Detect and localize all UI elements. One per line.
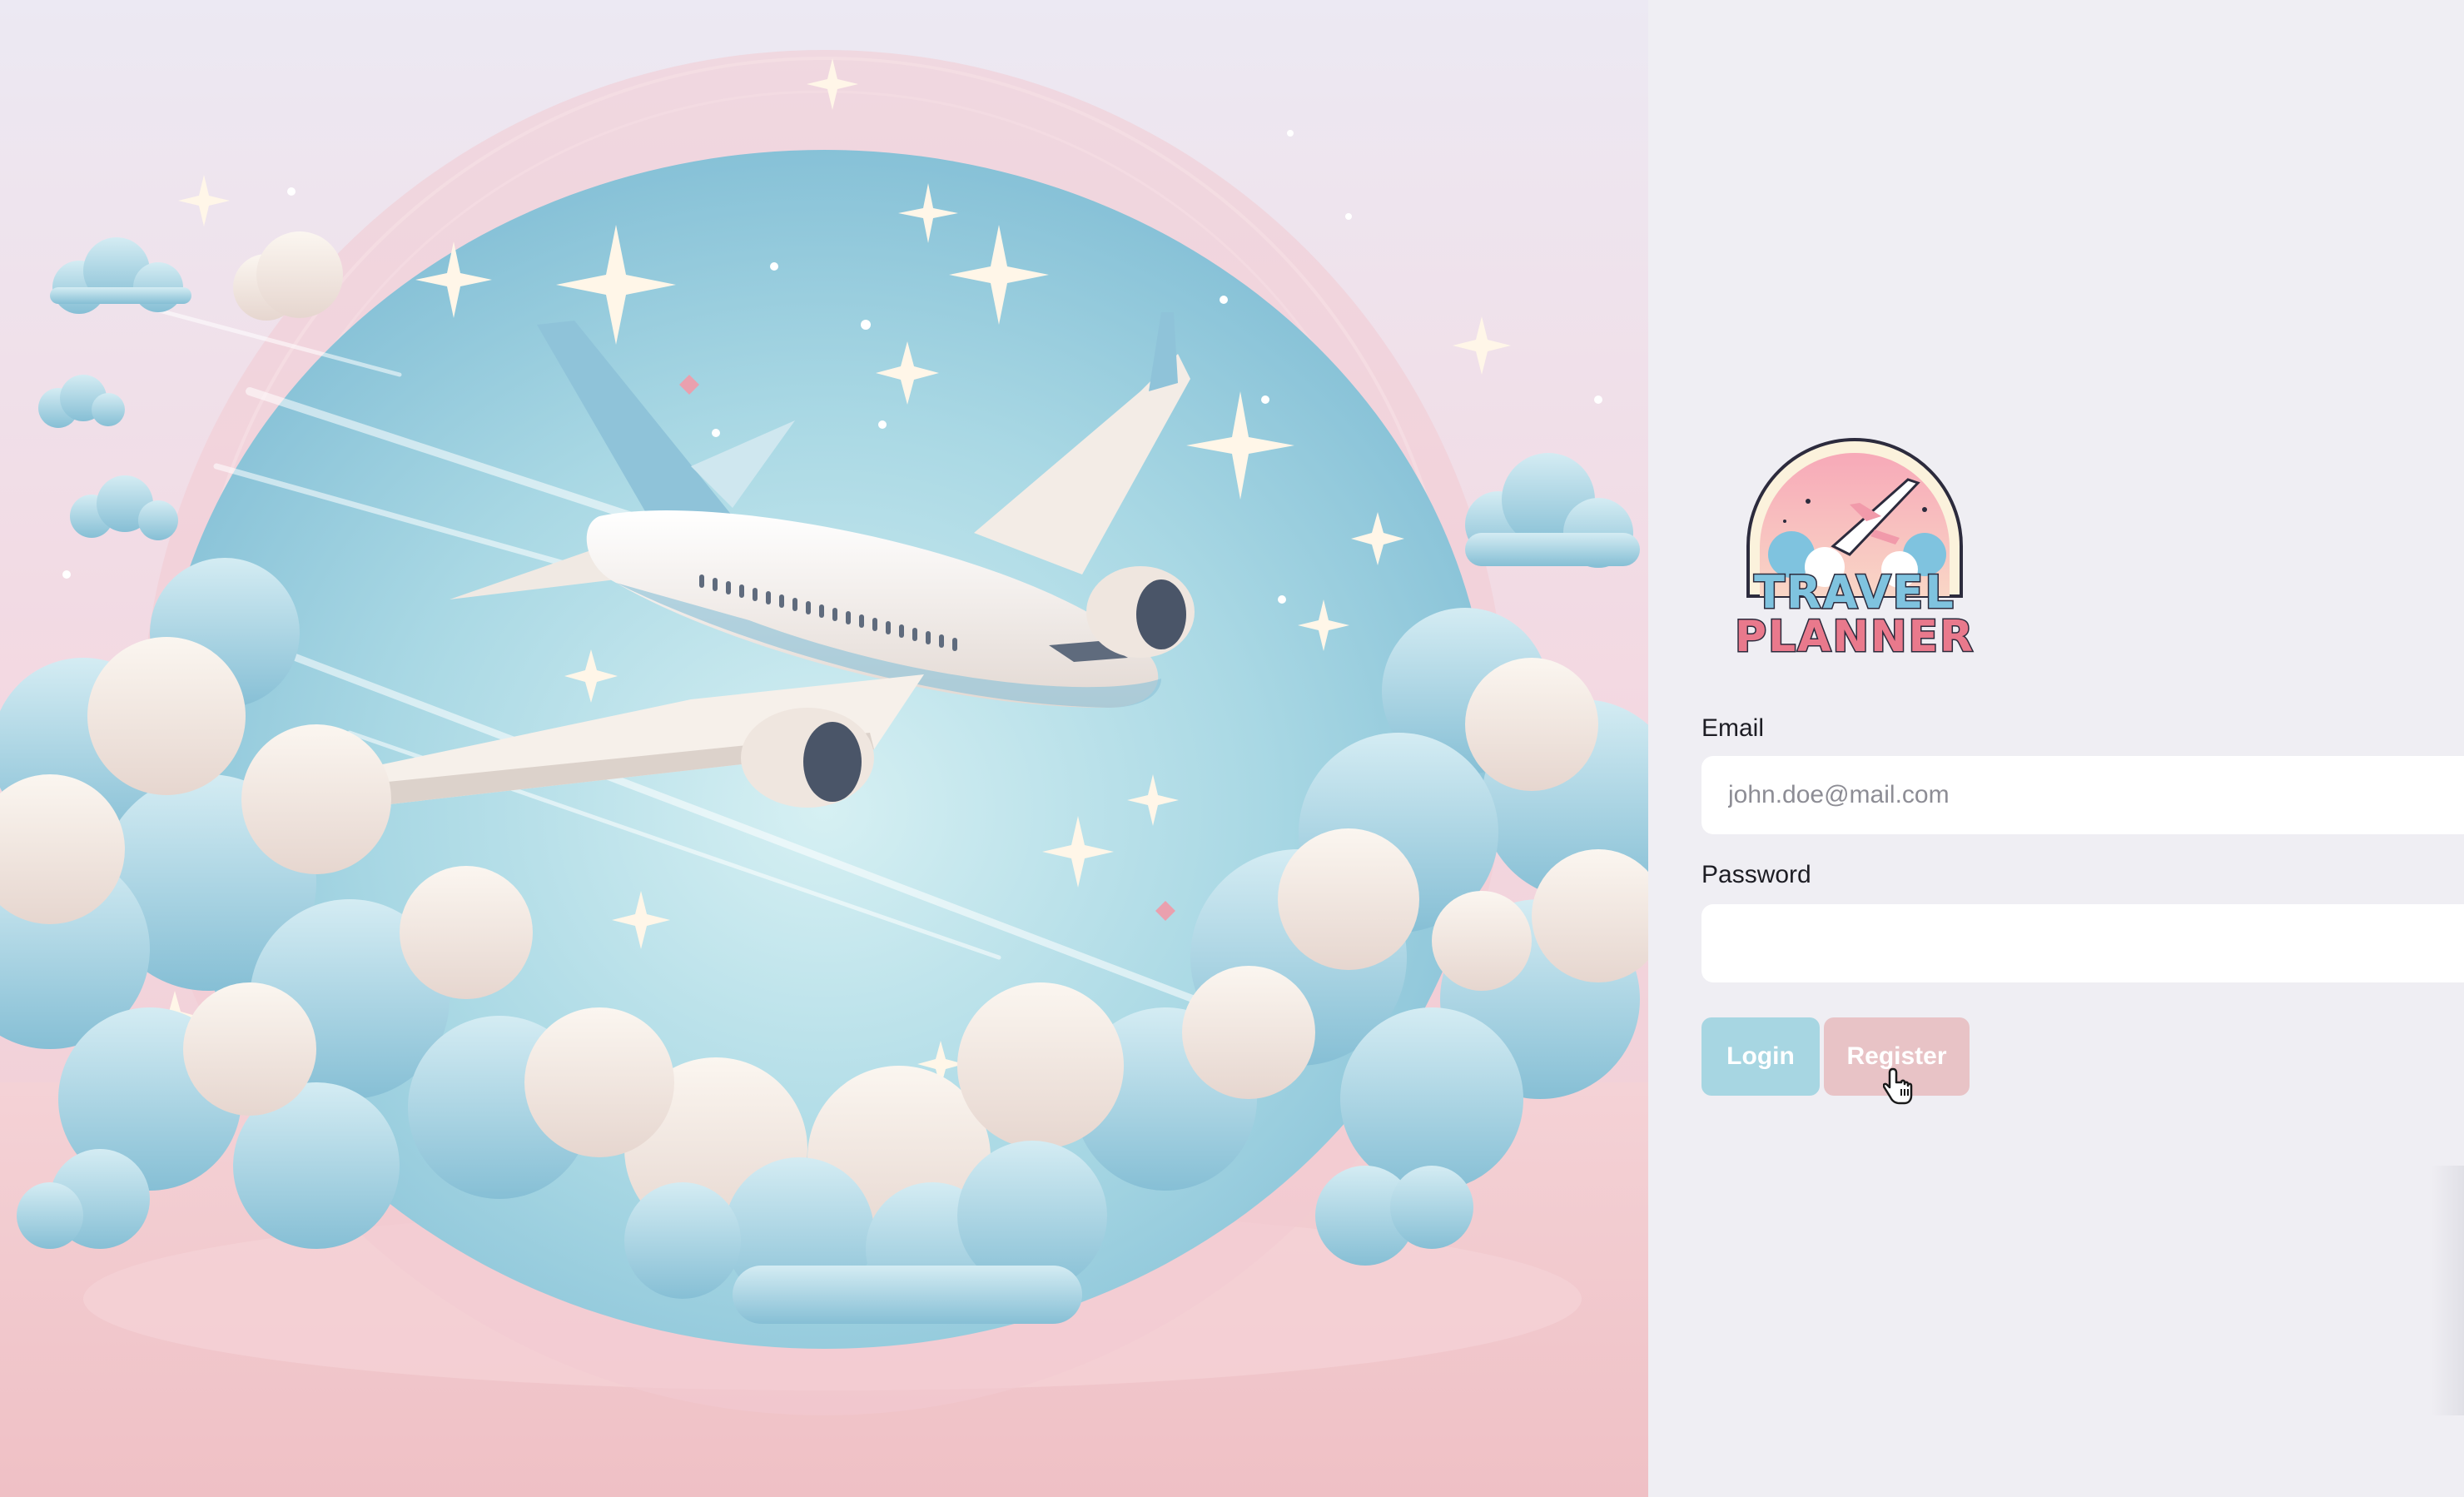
email-field[interactable] bbox=[1701, 756, 2464, 834]
password-field[interactable] bbox=[1701, 904, 2464, 982]
email-label: Email bbox=[1701, 714, 1765, 742]
logo-badge-icon: TRAVEL PLANNER bbox=[1733, 438, 1975, 659]
login-panel: TRAVEL PLANNER Email Password Login Regi… bbox=[1648, 0, 2464, 1497]
password-label: Password bbox=[1701, 861, 1811, 888]
hand-cursor-icon bbox=[1883, 1067, 1913, 1105]
airplane-clouds-illustration bbox=[0, 50, 1648, 1497]
hero-illustration bbox=[0, 0, 1648, 1497]
travel-planner-logo: TRAVEL PLANNER bbox=[1725, 430, 1985, 659]
panel-edge-shadow bbox=[2431, 1166, 2464, 1415]
login-button[interactable]: Login bbox=[1701, 1017, 1820, 1096]
svg-text:PLANNER: PLANNER bbox=[1735, 612, 1975, 659]
svg-text:TRAVEL: TRAVEL bbox=[1754, 566, 1955, 619]
login-page: TRAVEL PLANNER Email Password Login Regi… bbox=[0, 0, 2464, 1497]
